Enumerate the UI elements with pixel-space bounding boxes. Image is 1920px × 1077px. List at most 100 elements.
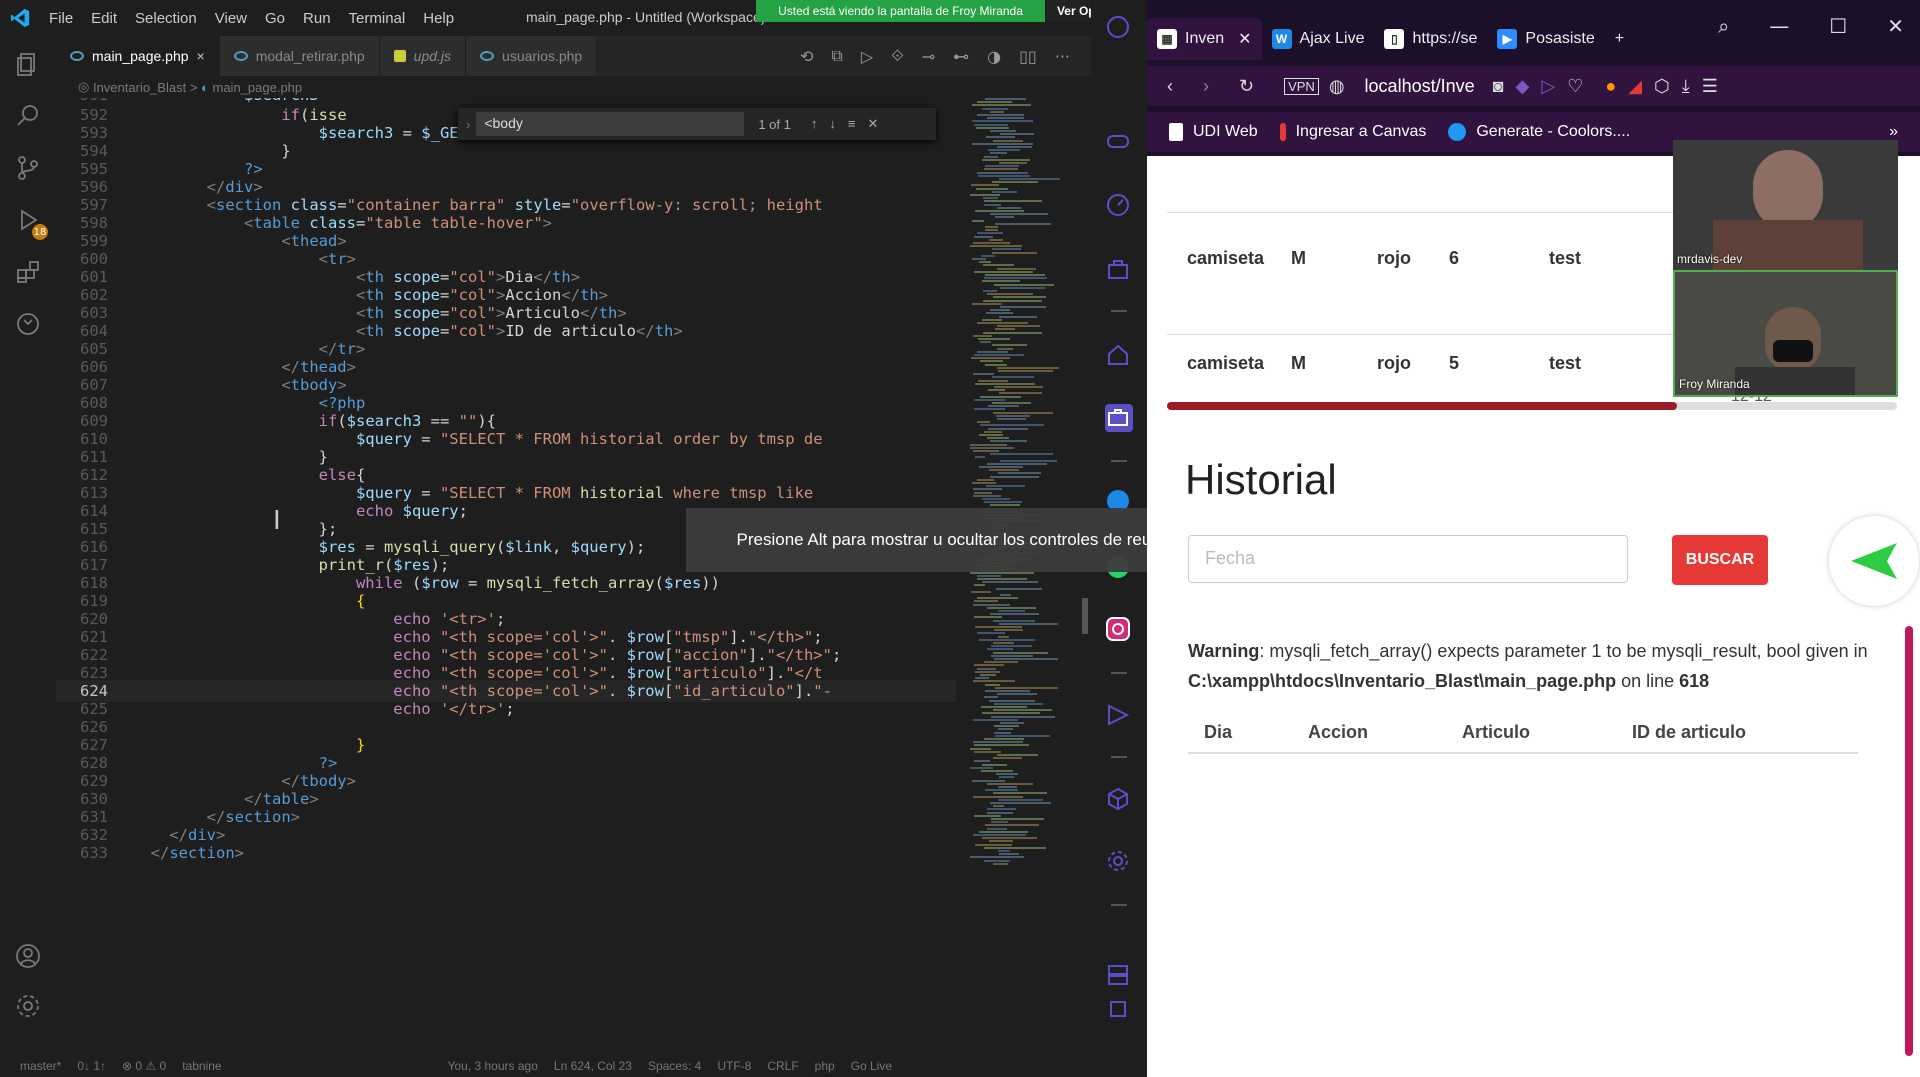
cube-icon[interactable] (1105, 786, 1133, 814)
menu-terminal[interactable]: Terminal (340, 10, 415, 27)
instagram-icon[interactable] (1105, 616, 1133, 644)
bookmark-label: Generate - Coolors.... (1476, 123, 1631, 140)
menu-icon[interactable]: ☰ (1702, 76, 1718, 97)
more-actions-icon[interactable]: ··· (1055, 47, 1070, 66)
browser-tab-inventario[interactable]: ▦ Inven ✕ (1147, 18, 1262, 60)
send-icon[interactable]: ▷ (1541, 76, 1555, 97)
menu-selection[interactable]: Selection (126, 10, 206, 27)
find-navigation-icons[interactable]: ↑↓≡✕ (811, 116, 890, 132)
close-tab-icon[interactable]: × (197, 48, 205, 64)
eraser-icon[interactable]: ◢ (1628, 76, 1642, 97)
sync-status[interactable]: 0↓ 1↑ (77, 1059, 106, 1073)
minimap[interactable] (960, 98, 1080, 1050)
search-icon[interactable] (14, 102, 42, 130)
indentation-status[interactable]: Spaces: 4 (648, 1059, 701, 1073)
account-icon[interactable] (14, 942, 42, 970)
run-debug-icon[interactable] (14, 206, 42, 234)
breadcrumb-file[interactable]: main_page.php (213, 80, 303, 95)
encoding-status[interactable]: UTF-8 (717, 1059, 751, 1073)
bag-icon[interactable] (1105, 256, 1133, 284)
blame-status[interactable]: You, 3 hours ago (448, 1059, 538, 1073)
bookmark-coolors[interactable]: Generate - Coolors.... (1448, 123, 1630, 141)
menu-file[interactable]: File (40, 10, 82, 27)
git-icon[interactable]: ⟐ (891, 46, 904, 66)
camera-icon[interactable]: ◙ (1493, 76, 1504, 97)
go-live-button[interactable]: Go Live (851, 1059, 892, 1073)
send-float-button[interactable] (1829, 516, 1919, 606)
settings-gear-icon[interactable] (14, 992, 42, 1020)
buscar-button[interactable]: BUSCAR (1672, 535, 1768, 585)
compare-icon[interactable]: ⧉ (831, 46, 842, 66)
vpn-icon[interactable]: VPN (1284, 77, 1319, 95)
briefcase-icon[interactable] (1105, 404, 1133, 432)
minimize-icon[interactable]: — (1769, 14, 1789, 38)
menu-help[interactable]: Help (414, 10, 463, 27)
breadcrumb-folder[interactable]: Inventario_Blast (93, 80, 186, 95)
settings-icon[interactable] (1105, 848, 1133, 876)
eol-status[interactable]: CRLF (767, 1059, 798, 1073)
code-editor[interactable]: 591 $search3 = " 592 if(isse 593 $search… (56, 98, 956, 1050)
chip-icon[interactable] (1105, 996, 1133, 1024)
toggle-replace-icon[interactable]: › (466, 117, 470, 132)
open-changes-icon[interactable]: ◑ (987, 47, 1001, 66)
shield-icon[interactable]: ◆ (1516, 76, 1530, 97)
storage-icon[interactable] (1105, 962, 1133, 990)
home-icon[interactable] (1105, 342, 1133, 370)
bookmark-canvas[interactable]: Ingresar a Canvas (1279, 123, 1426, 141)
tab-main-page[interactable]: main_page.php × (56, 36, 220, 76)
browser-tab-zoom[interactable]: ▶ Posasiste (1487, 18, 1604, 60)
forward-icon[interactable]: › (1203, 76, 1209, 97)
remote-explorer-icon[interactable] (14, 310, 42, 338)
search-icon[interactable]: ⌕ (1718, 14, 1729, 38)
problems-status[interactable]: ⊗ 0 ⚠ 0 (122, 1059, 166, 1073)
source-control-icon[interactable] (14, 154, 42, 182)
language-status[interactable]: php (815, 1059, 835, 1073)
menu-go[interactable]: Go (256, 10, 294, 27)
page-scrollbar[interactable] (1905, 626, 1913, 1056)
tab-usuarios[interactable]: usuarios.php (466, 36, 598, 76)
bookmark-udi-web[interactable]: UDI Web (1169, 123, 1258, 141)
vertical-scrollbar[interactable] (1080, 98, 1090, 1050)
extension-icon[interactable]: ● (1605, 76, 1616, 97)
menu-edit[interactable]: Edit (82, 10, 126, 27)
table-horizontal-scrollbar[interactable] (1167, 402, 1897, 410)
scrollbar-thumb[interactable] (1167, 402, 1677, 410)
send-icon[interactable] (1105, 702, 1133, 730)
cube-icon[interactable]: ⬡ (1654, 76, 1670, 97)
menu-view[interactable]: View (206, 10, 256, 27)
extensions-icon[interactable] (14, 258, 42, 286)
reload-icon[interactable]: ↻ (1239, 76, 1254, 97)
participant-video-active[interactable]: Froy Miranda (1673, 270, 1898, 397)
profile-ring-icon[interactable] (1105, 14, 1133, 42)
new-tab-button[interactable]: + (1605, 18, 1634, 60)
close-tab-icon[interactable]: ✕ (1238, 29, 1251, 49)
heart-icon[interactable]: ♡ (1567, 76, 1583, 97)
close-window-icon[interactable]: ✕ (1887, 14, 1904, 38)
fecha-search-input[interactable]: Fecha (1188, 535, 1628, 583)
maximize-icon[interactable]: ☐ (1829, 14, 1847, 38)
download-icon[interactable]: ⤓ (1682, 76, 1690, 97)
tabnine-status[interactable]: tabnine (182, 1059, 221, 1073)
browser-tab-label: Inven (1185, 30, 1225, 47)
tab-upd-js[interactable]: upd.js (379, 36, 467, 76)
url-field[interactable]: localhost/Inve (1365, 76, 1475, 97)
browser-tab-ajax[interactable]: W Ajax Live (1262, 18, 1375, 60)
minimap-line (999, 722, 1025, 724)
explorer-icon[interactable] (14, 50, 42, 78)
branch-status[interactable]: master* (20, 1059, 61, 1073)
menu-run[interactable]: Run (294, 10, 340, 27)
bookmarks-overflow-icon[interactable]: » (1889, 123, 1898, 141)
run-file-icon[interactable]: ▷ (861, 47, 873, 66)
participant-video[interactable]: mrdavis-dev (1673, 140, 1898, 270)
tab-modal-retirar[interactable]: modal_retirar.php (219, 36, 380, 76)
cursor-position[interactable]: Ln 624, Col 23 (554, 1059, 632, 1073)
next-change-icon[interactable]: ⊷ (953, 47, 969, 66)
split-editor-icon[interactable]: ▯▯ (1019, 47, 1037, 66)
previous-change-icon[interactable]: ⊸ (922, 47, 935, 66)
back-icon[interactable]: ‹ (1167, 76, 1173, 97)
speedometer-icon[interactable] (1105, 192, 1133, 220)
browser-tab-https[interactable]: ▯ https://se (1374, 18, 1487, 60)
find-input[interactable]: <body (476, 112, 745, 136)
timeline-icon[interactable]: ⟲ (800, 47, 813, 66)
gamepad-icon[interactable] (1105, 128, 1133, 156)
